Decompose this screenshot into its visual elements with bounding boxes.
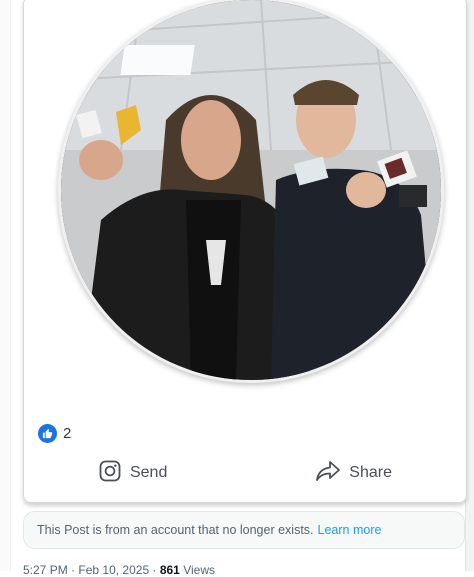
left-timeline-rail <box>0 0 11 571</box>
profile-photo-circle[interactable] <box>58 0 444 383</box>
send-label: Send <box>129 464 168 481</box>
learn-more-link[interactable]: Learn more <box>318 523 382 537</box>
notice-text: This Post is from an account that no lon… <box>37 523 314 537</box>
share-button[interactable]: Share <box>305 455 402 492</box>
post-metadata: 5:27 PM · Feb 10, 2025 · 861 Views <box>23 563 215 577</box>
meta-separator: · <box>71 563 76 577</box>
share-arrow-icon <box>315 459 341 488</box>
thumbs-up-icon <box>38 423 57 443</box>
share-label: Share <box>349 464 392 481</box>
views-label: Views <box>183 563 215 577</box>
send-button[interactable]: Send <box>88 455 177 492</box>
deleted-account-notice: This Post is from an account that no lon… <box>23 511 465 549</box>
photo-illustration <box>61 0 441 380</box>
post-date[interactable]: Feb 10, 2025 <box>78 563 149 577</box>
views-count: 861 <box>159 563 180 577</box>
post-actions: Send Share <box>24 455 466 491</box>
reactions-row[interactable]: 2 <box>38 422 71 444</box>
reaction-count: 2 <box>63 424 72 442</box>
embedded-post-card: 2 Send Share <box>23 0 467 503</box>
post-time[interactable]: 5:27 PM <box>23 563 68 577</box>
meta-separator-2: · <box>152 563 157 577</box>
instagram-icon <box>98 459 122 488</box>
